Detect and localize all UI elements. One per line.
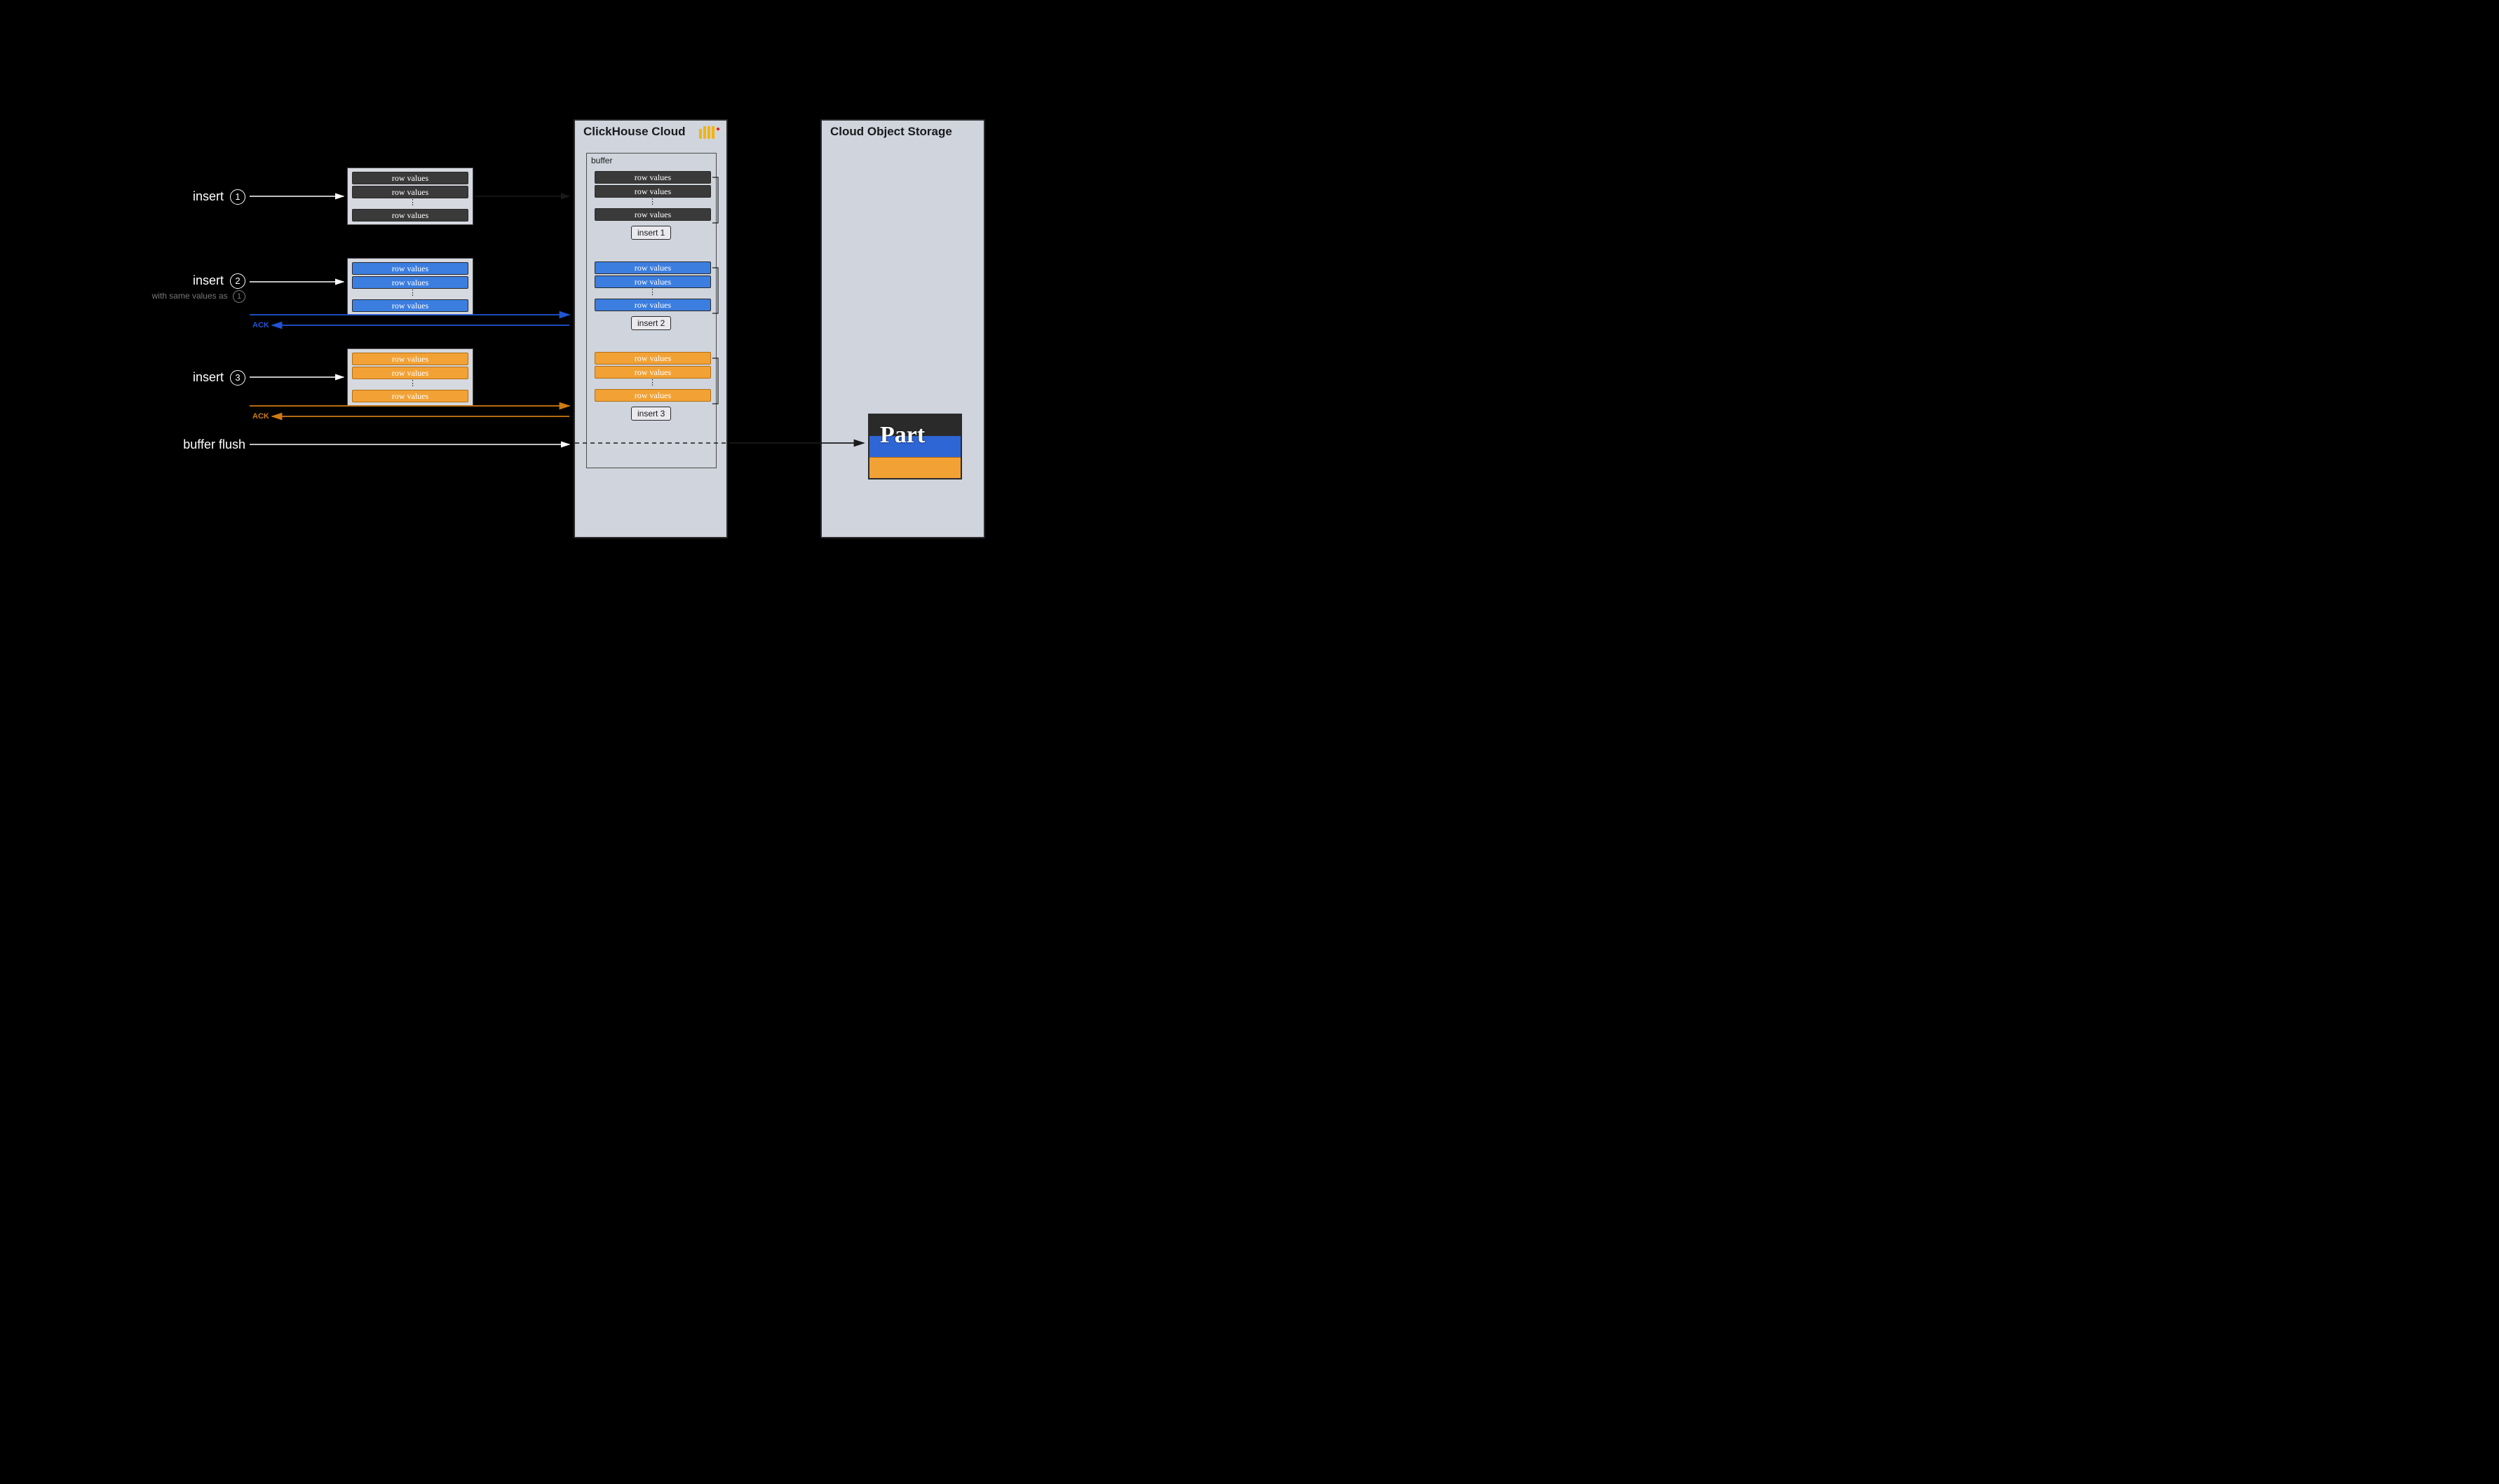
row-values-bar: row values (595, 366, 711, 379)
insert-block-3: row values row values ⋮ row values (347, 348, 473, 406)
ack-label-blue: ACK (252, 321, 269, 329)
row-values-bar: row values (352, 390, 468, 402)
vertical-ellipsis-icon: ⋮ (595, 290, 711, 294)
buffer-label: buffer (591, 156, 612, 165)
insert-3-badge: insert 3 (631, 407, 671, 421)
step-number-1: 1 (230, 189, 245, 205)
insert-block-2: row values row values ⋮ row values (347, 258, 473, 315)
insert-2-sublabel: with same values as 1 (126, 290, 245, 303)
row-values-bar: row values (352, 299, 468, 312)
insert-1-badge: insert 1 (631, 226, 671, 240)
row-values-bar: row values (352, 186, 468, 198)
row-values-bar: row values (595, 261, 711, 274)
insert-2-label: insert 2 with same values as 1 (126, 273, 245, 303)
clickhouse-logo-icon (699, 126, 719, 139)
insert-block-1: row values row values ⋮ row values (347, 168, 473, 225)
row-values-bar: row values (595, 275, 711, 288)
step-number-3: 3 (230, 370, 245, 386)
vertical-ellipsis-icon: ⋮ (351, 291, 475, 295)
vertical-ellipsis-icon: ⋮ (351, 200, 475, 205)
row-values-bar: row values (352, 276, 468, 289)
vertical-ellipsis-icon: ⋮ (351, 381, 475, 386)
buffer-flush-label: buffer flush (161, 437, 245, 452)
row-values-bar: row values (595, 171, 711, 184)
cloud-object-storage-title: Cloud Object Storage (830, 125, 952, 139)
ack-label-orange: ACK (252, 412, 269, 421)
row-values-bar: row values (352, 353, 468, 365)
row-values-bar: row values (595, 389, 711, 402)
vertical-ellipsis-icon: ⋮ (595, 381, 711, 385)
vertical-ellipsis-icon: ⋮ (595, 200, 711, 204)
row-values-bar: row values (595, 208, 711, 221)
step-number-2: 2 (230, 273, 245, 289)
insert-3-label: insert 3 (161, 370, 245, 386)
insert-1-label: insert 1 (161, 189, 245, 205)
row-values-bar: row values (352, 209, 468, 222)
row-values-bar: row values (352, 262, 468, 275)
row-values-bar: row values (595, 352, 711, 365)
clickhouse-cloud-title: ClickHouse Cloud (583, 125, 685, 139)
insert-2-badge: insert 2 (631, 316, 671, 330)
part-label: Part (880, 422, 925, 449)
row-values-bar: row values (595, 185, 711, 198)
row-values-bar: row values (595, 299, 711, 311)
row-values-bar: row values (352, 172, 468, 184)
row-values-bar: row values (352, 367, 468, 379)
